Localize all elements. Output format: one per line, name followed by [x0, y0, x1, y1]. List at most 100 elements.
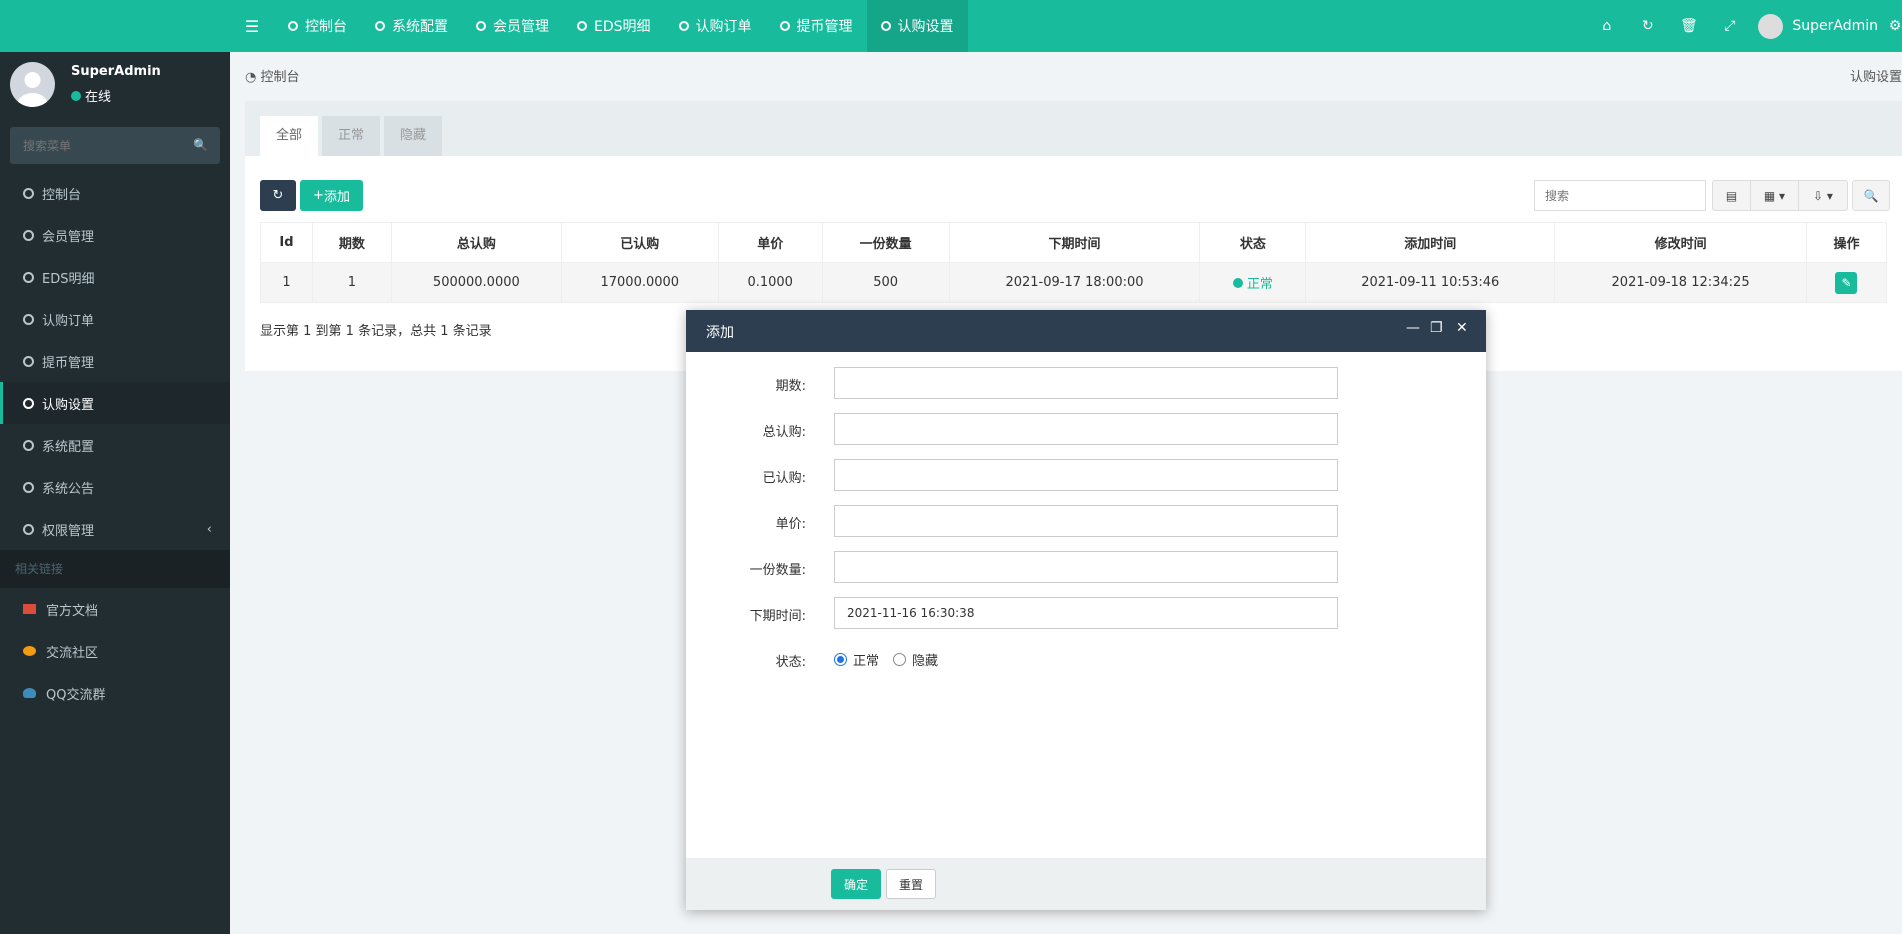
qty-input[interactable] — [834, 551, 1338, 583]
home-icon[interactable]: ⌂ — [1586, 0, 1627, 52]
tab-hidden[interactable]: 隐藏 — [384, 116, 443, 156]
pagination-info: 显示第 1 到第 1 条记录，总共 1 条记录 — [260, 324, 492, 339]
gear-icon[interactable]: ⚙ — [1888, 0, 1902, 52]
sidebar-item-members[interactable]: 会员管理 — [0, 214, 230, 256]
status-normal-radio[interactable] — [834, 653, 847, 666]
export-icon[interactable]: ⇩ ▾ — [1799, 181, 1847, 210]
cell-period: 1 — [311, 262, 392, 303]
confirm-button[interactable]: 确定 — [831, 869, 881, 899]
cell-qty: 500 — [821, 262, 950, 303]
fullscreen-icon[interactable]: ⤢ — [1709, 0, 1750, 52]
tab-subscription-settings[interactable]: 认购设置 — [866, 0, 968, 52]
logo-area — [0, 0, 230, 52]
breadcrumb: ◔ 控制台 — [245, 70, 300, 85]
maximize-icon[interactable]: ❐ — [1430, 320, 1443, 336]
tab-normal[interactable]: 正常 — [322, 116, 381, 156]
avatar — [1758, 13, 1784, 39]
col-subscribed[interactable]: 已认购 — [560, 222, 719, 263]
tab-dashboard[interactable]: 控制台 — [274, 0, 361, 52]
field-status: 状态: 正常 隐藏 — [686, 643, 1486, 675]
price-input[interactable] — [834, 505, 1338, 537]
cell-price: 0.1000 — [717, 262, 823, 303]
sidebar-item-announcements[interactable]: 系统公告 — [0, 466, 230, 508]
col-period[interactable]: 期数 — [311, 222, 392, 263]
sidebar-item-eds-detail[interactable]: EDS明细 — [0, 256, 230, 298]
col-id[interactable]: Id — [260, 222, 313, 263]
period-input[interactable] — [834, 367, 1338, 399]
minimize-icon[interactable]: — — [1406, 320, 1420, 336]
trash-icon[interactable]: 🗑 — [1668, 0, 1709, 52]
total-input[interactable] — [834, 413, 1338, 445]
col-status[interactable]: 状态 — [1199, 222, 1307, 263]
sidebar-link-community[interactable]: 交流社区 — [0, 630, 230, 672]
table-search-input[interactable] — [1534, 180, 1706, 211]
refresh-button[interactable]: ↻ — [260, 180, 296, 211]
filter-tabs: 全部 正常 隐藏 — [245, 101, 1902, 156]
user-menu[interactable]: SuperAdmin — [1750, 13, 1888, 39]
cell-next-time: 2021-09-17 18:00:00 — [948, 262, 1201, 303]
status-hidden-radio[interactable] — [893, 653, 907, 666]
tab-system-config[interactable]: 系统配置 — [361, 0, 462, 52]
col-total[interactable]: 总认购 — [390, 222, 562, 263]
col-added[interactable]: 添加时间 — [1305, 222, 1556, 263]
search-icon[interactable]: 🔍 — [1853, 181, 1889, 210]
add-dialog: 添加 — ❐ ✕ 期数: 总认购: 已认购: 单价: 一份数量: 下期时间: 状… — [686, 310, 1486, 910]
sidebar-item-permissions[interactable]: 权限管理 ‹ — [0, 508, 230, 550]
field-period: 期数: — [686, 367, 1486, 399]
table-view-buttons: ▤ ▦ ▾ ⇩ ▾ — [1712, 180, 1848, 211]
columns-icon[interactable]: ▦ ▾ — [1751, 181, 1799, 210]
next-time-input[interactable] — [834, 597, 1338, 629]
sidebar-link-qq[interactable]: QQ交流群 — [0, 672, 230, 714]
field-qty: 一份数量: — [686, 551, 1486, 583]
sidebar-item-system-config[interactable]: 系统配置 — [0, 424, 230, 466]
add-button[interactable]: + 添加 — [300, 180, 363, 211]
table-header-row: Id 期数 总认购 已认购 单价 一份数量 下期时间 状态 添加时间 修改时间 … — [260, 222, 1888, 263]
reset-button[interactable]: 重置 — [886, 869, 936, 899]
dashboard-icon: ◔ — [245, 70, 261, 85]
col-actions: 操作 — [1805, 222, 1888, 263]
sidebar-link-docs[interactable]: 官方文档 — [0, 588, 230, 630]
toggle-view-icon[interactable]: ▤ — [1713, 181, 1751, 210]
col-qty[interactable]: 一份数量 — [821, 222, 950, 263]
subscribed-input[interactable] — [834, 459, 1338, 491]
menu-toggle-icon[interactable]: ☰ — [230, 0, 274, 52]
sidebar-item-withdraw[interactable]: 提币管理 — [0, 340, 230, 382]
close-icon[interactable]: ✕ — [1456, 320, 1468, 336]
dialog-footer: 确定 重置 — [686, 858, 1486, 910]
online-status: 在线 — [71, 86, 111, 105]
avatar — [10, 62, 55, 107]
tab-all[interactable]: 全部 — [260, 116, 319, 156]
field-next-time: 下期时间: — [686, 597, 1486, 629]
sidebar-item-orders[interactable]: 认购订单 — [0, 298, 230, 340]
cell-status[interactable]: 正常 — [1199, 262, 1307, 303]
sidebar-item-dashboard[interactable]: 控制台 — [0, 172, 230, 214]
cell-added: 2021-09-11 10:53:46 — [1305, 262, 1556, 303]
tab-orders[interactable]: 认购订单 — [665, 0, 766, 52]
sidebar-menu: 控制台 会员管理 EDS明细 认购订单 提币管理 认购设置 系统配置 系统公告 … — [0, 172, 230, 714]
plus-icon: + — [313, 188, 324, 203]
cell-subscribed: 17000.0000 — [560, 262, 719, 303]
sidebar-item-subscription-settings[interactable]: 认购设置 — [0, 382, 230, 424]
tab-members[interactable]: 会员管理 — [462, 0, 563, 52]
top-tabs: ☰ 控制台 系统配置 会员管理 EDS明细 认购订单 提币管理 认购设置 — [230, 0, 968, 52]
field-total: 总认购: — [686, 413, 1486, 445]
col-next-time[interactable]: 下期时间 — [948, 222, 1201, 263]
field-price: 单价: — [686, 505, 1486, 537]
book-icon — [23, 604, 36, 614]
table-row[interactable]: 1 1 500000.0000 17000.0000 0.1000 500 20… — [260, 262, 1888, 303]
field-subscribed: 已认购: — [686, 459, 1486, 491]
top-navbar: ☰ 控制台 系统配置 会员管理 EDS明细 认购订单 提币管理 认购设置 ⌂ ↻… — [0, 0, 1902, 52]
qq-icon — [23, 688, 36, 698]
search-icon[interactable]: 🔍 — [193, 138, 208, 152]
tab-withdraw[interactable]: 提币管理 — [766, 0, 867, 52]
user-panel: SuperAdmin 在线 — [0, 52, 230, 126]
refresh-icon[interactable]: ↻ — [1627, 0, 1668, 52]
tab-eds-detail[interactable]: EDS明细 — [563, 0, 665, 52]
dialog-titlebar[interactable]: 添加 — ❐ ✕ — [686, 310, 1486, 352]
sidebar-search-input[interactable] — [10, 127, 180, 164]
sidebar-username: SuperAdmin — [71, 64, 161, 79]
col-price[interactable]: 单价 — [717, 222, 823, 263]
breadcrumb-current: 认购设置 — [1849, 70, 1902, 85]
edit-icon[interactable]: ✎ — [1835, 271, 1858, 294]
col-modified[interactable]: 修改时间 — [1554, 222, 1807, 263]
